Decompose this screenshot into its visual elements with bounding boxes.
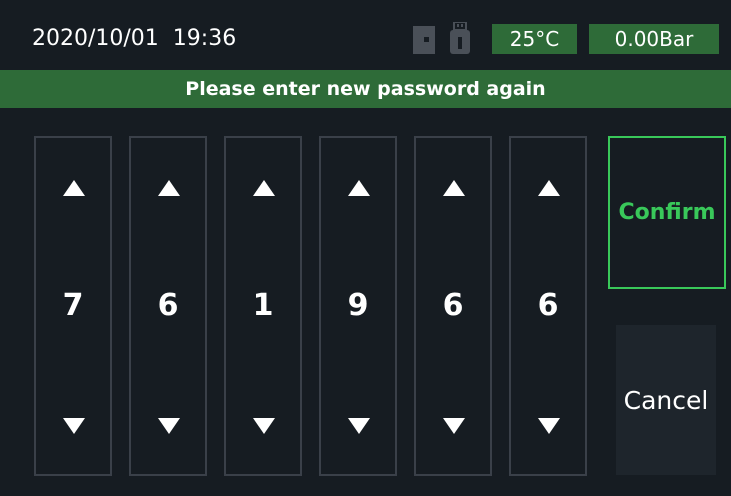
date-time: 2020/10/01 19:36 bbox=[32, 26, 237, 51]
usb-drive-icon bbox=[449, 21, 471, 54]
prompt-banner: Please enter new password again bbox=[0, 70, 731, 108]
password-digit-column: 6 bbox=[129, 136, 207, 476]
password-digit: 6 bbox=[157, 288, 179, 323]
decrement-arrow-down-icon[interactable] bbox=[63, 418, 85, 434]
password-digit-column: 9 bbox=[319, 136, 397, 476]
increment-arrow-up-icon[interactable] bbox=[538, 180, 560, 196]
password-digit: 6 bbox=[537, 288, 559, 323]
decrement-arrow-down-icon[interactable] bbox=[348, 418, 370, 434]
password-digit-column: 6 bbox=[414, 136, 492, 476]
decrement-arrow-down-icon[interactable] bbox=[538, 418, 560, 434]
increment-arrow-up-icon[interactable] bbox=[253, 180, 275, 196]
password-digit-column: 7 bbox=[34, 136, 112, 476]
cancel-button[interactable]: Cancel bbox=[616, 325, 716, 475]
password-digit-column: 6 bbox=[509, 136, 587, 476]
password-digit: 1 bbox=[252, 288, 274, 323]
status-bar: 2020/10/01 19:36 25°C 0.00Bar bbox=[0, 0, 731, 80]
sd-card-icon bbox=[413, 26, 435, 54]
prompt-text: Please enter new password again bbox=[185, 78, 546, 100]
password-digit: 9 bbox=[347, 288, 369, 323]
increment-arrow-up-icon[interactable] bbox=[348, 180, 370, 196]
decrement-arrow-down-icon[interactable] bbox=[443, 418, 465, 434]
pressure-badge: 0.00Bar bbox=[589, 24, 719, 54]
increment-arrow-up-icon[interactable] bbox=[443, 180, 465, 196]
decrement-arrow-down-icon[interactable] bbox=[158, 418, 180, 434]
password-digit: 6 bbox=[442, 288, 464, 323]
increment-arrow-up-icon[interactable] bbox=[158, 180, 180, 196]
increment-arrow-up-icon[interactable] bbox=[63, 180, 85, 196]
password-digit-column: 1 bbox=[224, 136, 302, 476]
confirm-button[interactable]: Confirm bbox=[608, 136, 726, 289]
temperature-badge: 25°C bbox=[492, 24, 577, 54]
password-digit: 7 bbox=[62, 288, 84, 323]
decrement-arrow-down-icon[interactable] bbox=[253, 418, 275, 434]
